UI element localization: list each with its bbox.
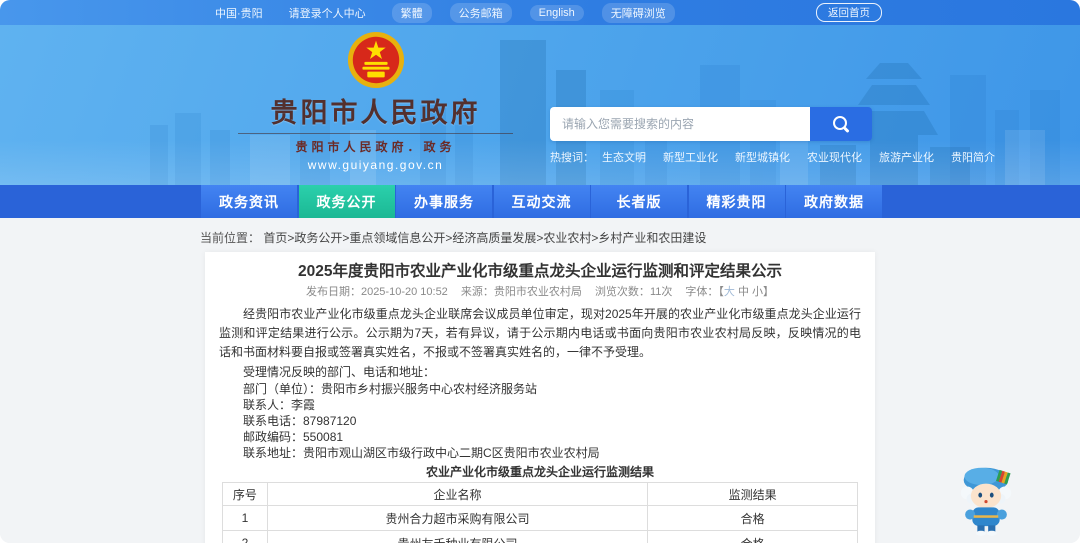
font-size-label: 字体：【 [685, 286, 724, 298]
header-cell-index: 序号 [222, 482, 268, 506]
hot-word-link[interactable]: 农业现代化 [807, 149, 862, 165]
site-title: 贵阳市人民政府 [270, 98, 481, 128]
table-header-row: 序号 企业名称 监测结果 [222, 482, 858, 506]
nav-item-zhengwuzixun[interactable]: 政务资讯 [201, 185, 297, 218]
nav-item-zhengwugongkai[interactable]: 政务公开 [298, 185, 395, 218]
cell-result: 合格 [647, 530, 858, 543]
monitor-result-table: 序号 企业名称 监测结果 1 贵州合力超市采购有限公司 合格 2 [222, 482, 858, 543]
traditional-chinese-link[interactable]: 繁體 [391, 2, 432, 23]
hot-search-label: 热搜词： [550, 152, 594, 164]
page: 中国·贵阳 请登录个人中心 繁體 公务邮箱 English 无障碍浏览 返回首页 [0, 0, 1080, 543]
search-icon [832, 115, 850, 133]
mascot-figure[interactable] [950, 457, 1022, 539]
contact-intro-line: 受理情况反映的部门、电话和地址： [243, 365, 436, 379]
hot-word-link[interactable]: 生态文明 [602, 149, 646, 165]
content-area: 当前位置： 首页>政务公开>重点领域信息公开>经济高质量发展>农业农村>乡村产业… [0, 218, 1080, 543]
top-utility-bar: 中国·贵阳 请登录个人中心 繁體 公务邮箱 English 无障碍浏览 返回首页 [0, 0, 1080, 25]
cell-company: 贵州友禾种业有限公司 [266, 530, 649, 543]
hot-word-link[interactable]: 旅游产业化 [879, 149, 934, 165]
contact-postcode-line: 邮政编码：550081 [243, 430, 344, 444]
english-link[interactable]: English [529, 4, 584, 21]
nav-item-jingcaiguiyang[interactable]: 精彩贵阳 [688, 185, 785, 218]
login-personal-center-link[interactable]: 请登录个人中心 [289, 5, 366, 21]
search-area: 热搜词： 生态文明 新型工业化 新型城镇化 农业现代化 旅游产业化 贵阳简介 [550, 107, 995, 165]
article-card: 2025年度贵阳市农业产业化市级重点龙头企业运行监测和评定结果公示 发布日期：2… [205, 252, 875, 543]
nav-item-zhengfushuju[interactable]: 政府数据 [786, 185, 882, 218]
publish-date: 2025-10-20 10:52 [360, 286, 448, 298]
contact-person-line: 联系人：李霞 [243, 398, 316, 412]
font-size-large-button[interactable]: 大 [724, 286, 735, 298]
contact-phone-line: 联系电话：87987120 [243, 414, 357, 428]
views-value: 11次 [649, 286, 673, 298]
article-meta: 发布日期：2025-10-20 10:52 来源：贵阳市农业农村局 浏览次数：1… [219, 286, 861, 299]
search-input[interactable] [550, 107, 810, 141]
search-button[interactable] [810, 107, 872, 141]
header-cell-company: 企业名称 [266, 482, 649, 506]
cell-index: 2 [222, 530, 268, 543]
site-url: www.guiyang.gov.cn [307, 158, 444, 172]
breadcrumb: 当前位置： 首页>政务公开>重点领域信息公开>经济高质量发展>农业农村>乡村产业… [0, 218, 1080, 246]
cell-index: 1 [222, 505, 268, 531]
header-banner: 贵阳市人民政府 贵阳市人民政府．政务 www.guiyang.gov.cn 热搜… [0, 25, 1080, 185]
source-label: 来源： [460, 286, 494, 298]
contact-address-line: 联系地址：贵阳市观山湖区市级行政中心二期C区贵阳市农业农村局 [243, 446, 600, 460]
intro-paragraph: 经贵阳市农业产业化市级重点龙头企业联席会议成员单位审定，现对2025年开展的农业… [219, 307, 861, 359]
cell-company: 贵州合力超市采购有限公司 [266, 505, 649, 531]
breadcrumb-path[interactable]: 首页>政务公开>重点领域信息公开>经济高质量发展>农业农村>乡村产业和农田建设 [263, 231, 706, 245]
table-row: 1 贵州合力超市采购有限公司 合格 [222, 505, 858, 531]
hot-word-link[interactable]: 贵阳简介 [951, 149, 995, 165]
hot-search-row: 热搜词： 生态文明 新型工业化 新型城镇化 农业现代化 旅游产业化 贵阳简介 [550, 149, 995, 165]
views-label: 浏览次数： [594, 286, 650, 298]
nav-item-banshifuwu[interactable]: 办事服务 [396, 185, 492, 218]
official-mail-link[interactable]: 公务邮箱 [449, 2, 512, 23]
header-cell-result: 监测结果 [647, 482, 858, 506]
publish-date-label: 发布日期： [305, 286, 361, 298]
national-emblem-icon [347, 31, 404, 89]
font-size-close-bracket: 】 [763, 286, 775, 298]
nav-item-zhangzheban[interactable]: 长者版 [591, 185, 687, 218]
region-link[interactable]: 中国·贵阳 [215, 5, 263, 21]
nav-item-hudongjiaoliu[interactable]: 互动交流 [493, 185, 590, 218]
font-size-medium-button[interactable]: 中 [738, 286, 749, 298]
article-title: 2025年度贵阳市农业产业化市级重点龙头企业运行监测和评定结果公示 [298, 263, 782, 280]
site-subtitle: 贵阳市人民政府．政务 [238, 133, 513, 155]
table-row: 2 贵州友禾种业有限公司 合格 [222, 530, 858, 543]
hot-word-link[interactable]: 新型工业化 [663, 149, 718, 165]
breadcrumb-label: 当前位置： [200, 231, 261, 245]
main-navigation: 政务资讯 政务公开 办事服务 互动交流 长者版 精彩贵阳 政府数据 [0, 185, 1080, 218]
table-caption: 农业产业化市级重点龙头企业运行监测结果 [425, 465, 654, 479]
cell-result: 合格 [647, 505, 858, 531]
font-size-small-button[interactable]: 小 [752, 286, 763, 298]
article-body: 经贵阳市农业产业化市级重点龙头企业联席会议成员单位审定，现对2025年开展的农业… [219, 305, 861, 543]
site-logo[interactable]: 贵阳市人民政府 贵阳市人民政府．政务 www.guiyang.gov.cn [238, 31, 513, 172]
source-value: 贵阳市农业农村局 [493, 286, 582, 298]
hot-word-link[interactable]: 新型城镇化 [735, 149, 790, 165]
contact-department-line: 部门（单位）：贵阳市乡村振兴服务中心农村经济服务站 [243, 382, 538, 396]
accessibility-link[interactable]: 无障碍浏览 [601, 2, 675, 23]
return-home-button[interactable]: 返回首页 [816, 3, 882, 22]
